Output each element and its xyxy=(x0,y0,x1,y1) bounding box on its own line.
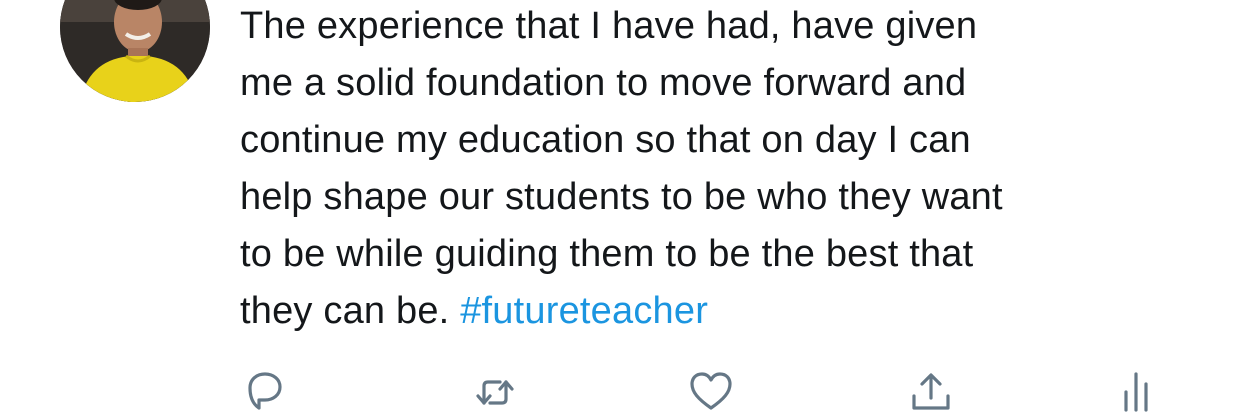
heart-icon xyxy=(690,372,732,410)
hashtag-link[interactable]: #futureteacher xyxy=(460,290,708,332)
avatar[interactable] xyxy=(60,0,210,102)
retweet-icon xyxy=(476,380,514,405)
reply-icon xyxy=(248,372,282,410)
tweet-line: me a solid foundation to move forward an… xyxy=(240,62,967,104)
share-icon xyxy=(912,373,950,410)
tweet-line-text: they can be. xyxy=(240,290,461,332)
analytics-button[interactable] xyxy=(1114,370,1164,413)
tweet-line: to be while guiding them to be the best … xyxy=(240,233,974,275)
avatar-image xyxy=(60,0,210,102)
analytics-icon xyxy=(1124,372,1148,412)
share-button[interactable] xyxy=(906,370,956,413)
tweet-line: help shape our students to be who they w… xyxy=(240,176,1003,218)
retweet-button[interactable] xyxy=(470,370,520,413)
tweet-text: The experience that I have had, have giv… xyxy=(240,0,1200,340)
tweet-line: The experience that I have had, have giv… xyxy=(240,5,978,47)
like-button[interactable] xyxy=(686,370,736,413)
tweet-actions-bar xyxy=(0,370,1241,413)
reply-button[interactable] xyxy=(238,370,288,413)
tweet-line: continue my education so that on day I c… xyxy=(240,119,971,161)
tweet-last-line: they can be. #futureteacher xyxy=(240,283,1200,340)
